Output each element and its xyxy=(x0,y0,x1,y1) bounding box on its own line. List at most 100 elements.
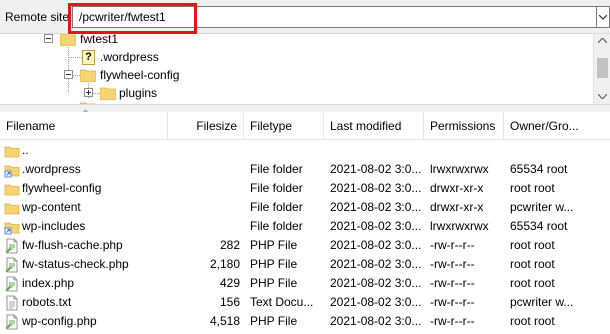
file-size: 4,518 xyxy=(209,314,240,328)
file-name: fw-flush-cache.php xyxy=(22,238,123,252)
permissions: drwxr-xr-x xyxy=(430,200,484,214)
file-size: 2,180 xyxy=(209,257,240,271)
owner-group: pcwriter w... xyxy=(510,295,574,309)
folder-icon xyxy=(4,184,20,196)
file-type: File folder xyxy=(250,162,303,176)
file-row[interactable]: index.php 429 PHP File 2021-08-02 3:0... -rw… xyxy=(0,274,610,293)
folder-link-icon xyxy=(4,222,20,235)
file-type: File folder xyxy=(250,200,303,214)
file-size xyxy=(168,217,240,236)
file-type: PHP File xyxy=(250,238,298,252)
collapse-toggle[interactable] xyxy=(64,70,73,79)
tree-item-label: fwtest1 xyxy=(80,34,119,46)
tree-item-plugins[interactable]: plugins xyxy=(0,84,300,102)
file-row[interactable]: robots.txt 156 Text Docu... 2021-08-02 3:0.… xyxy=(0,293,610,312)
last-modified: 2021-08-02 3:0... xyxy=(330,257,422,271)
chevron-down-icon xyxy=(599,15,607,20)
column-filetype[interactable]: Filetype xyxy=(244,112,324,140)
last-modified: 2021-08-02 3:0... xyxy=(330,219,422,233)
column-owner-group[interactable]: Owner/Gro... xyxy=(504,112,610,140)
owner-group: root root xyxy=(510,257,555,271)
file-type xyxy=(250,141,328,160)
permissions xyxy=(430,141,506,160)
php-file-icon xyxy=(5,257,18,273)
column-permissions[interactable]: Permissions xyxy=(424,112,504,140)
folder-link-icon xyxy=(4,165,20,178)
last-modified: 2021-08-02 3:0... xyxy=(330,200,422,214)
remote-directory-tree: fwtest1 ? .wordpress flywheel-config plu… xyxy=(0,34,610,104)
last-modified xyxy=(330,141,422,160)
file-type: PHP File xyxy=(250,276,298,290)
last-modified: 2021-08-02 3:0... xyxy=(330,181,422,195)
file-type: PHP File xyxy=(250,314,298,328)
scrollbar-thumb[interactable] xyxy=(597,58,608,78)
column-filename[interactable]: Filename xyxy=(0,112,168,140)
path-history-dropdown[interactable] xyxy=(597,6,610,28)
owner-group: root root xyxy=(510,314,555,328)
file-row[interactable]: wp-config.php 4,518 PHP File 2021-08-02 3:0… xyxy=(0,312,610,331)
tree-item-fwtest1[interactable]: fwtest1 xyxy=(0,34,300,48)
path-highlight-annotation xyxy=(68,3,197,34)
expand-toggle[interactable] xyxy=(84,88,93,97)
file-type: File folder xyxy=(250,181,303,195)
tree-item-wordpress[interactable]: ? .wordpress xyxy=(0,48,300,66)
owner-group: 65534 root xyxy=(510,219,568,233)
owner-group: 65534 root xyxy=(510,162,568,176)
scroll-up-arrow-icon[interactable] xyxy=(598,38,607,43)
owner-group: root root xyxy=(510,238,555,252)
last-modified: 2021-08-02 3:0... xyxy=(330,295,422,309)
file-name: wp-includes xyxy=(22,219,86,233)
collapse-toggle[interactable] xyxy=(44,34,53,43)
file-list-header: Filename Filesize Filetype Last modified… xyxy=(0,112,610,140)
permissions: lrwxrwxrwx xyxy=(430,162,489,176)
file-type: PHP File xyxy=(250,257,298,271)
permissions: lrwxrwxrwx xyxy=(430,219,489,233)
permissions: drwxr-xr-x xyxy=(430,181,484,195)
tree-item-flywheel-config[interactable]: flywheel-config xyxy=(0,66,300,84)
tree-item-label: .wordpress xyxy=(100,50,159,64)
php-file-icon xyxy=(5,276,18,292)
php-file-icon xyxy=(5,314,18,330)
file-type: File folder xyxy=(250,219,303,233)
remote-site-label: Remote site: xyxy=(5,10,73,24)
folder-icon xyxy=(100,87,116,100)
file-row[interactable]: fw-flush-cache.php 282 PHP File 2021-08-02 … xyxy=(0,236,610,255)
permissions: -rw-r--r-- xyxy=(430,295,475,309)
tree-item-label: flywheel-config xyxy=(100,68,180,82)
php-file-icon xyxy=(5,238,18,254)
folder-icon xyxy=(4,146,20,158)
file-row[interactable]: fw-status-check.php 2,180 PHP File 2021-08-… xyxy=(0,255,610,274)
file-row[interactable]: wp-includes File folder 2021-08-02 3:0... l… xyxy=(0,217,610,236)
file-row[interactable]: .wordpress File folder 2021-08-02 3:0... lr… xyxy=(0,160,610,179)
file-row[interactable]: wp-content File folder 2021-08-02 3:0... dr… xyxy=(0,198,610,217)
folder-icon xyxy=(4,203,20,215)
remote-file-list: Filename Filesize Filetype Last modified… xyxy=(0,112,610,334)
file-name: .. xyxy=(22,143,29,157)
tree-scrollbar[interactable] xyxy=(593,34,610,104)
file-size: 156 xyxy=(219,295,240,309)
permissions: -rw-r--r-- xyxy=(430,238,475,252)
file-size: 429 xyxy=(219,276,240,290)
owner-group xyxy=(510,141,610,160)
column-filesize[interactable]: Filesize xyxy=(168,112,244,140)
file-size xyxy=(168,141,240,160)
file-size: 282 xyxy=(219,238,240,252)
last-modified: 2021-08-02 3:0... xyxy=(330,162,422,176)
scroll-down-arrow-icon[interactable] xyxy=(598,94,607,99)
file-name: .wordpress xyxy=(22,162,81,176)
column-last-modified[interactable]: Last modified xyxy=(324,112,424,140)
file-name: index.php xyxy=(22,276,75,290)
file-row[interactable]: flywheel-config File folder 2021-08-02 3:0… xyxy=(0,179,610,198)
file-size xyxy=(168,179,240,198)
permissions: -rw-r--r-- xyxy=(430,314,475,328)
unknown-question-icon: ? xyxy=(82,50,95,65)
file-row[interactable]: .. xyxy=(0,141,610,160)
pane-splitter[interactable] xyxy=(0,104,610,112)
last-modified: 2021-08-02 3:0... xyxy=(330,276,422,290)
last-modified: 2021-08-02 3:0... xyxy=(330,238,422,252)
file-name: flywheel-config xyxy=(22,181,102,195)
folder-icon xyxy=(80,69,96,82)
owner-group: root root xyxy=(510,181,555,195)
tree-item-label: plugins xyxy=(119,86,158,100)
file-size xyxy=(168,198,240,217)
